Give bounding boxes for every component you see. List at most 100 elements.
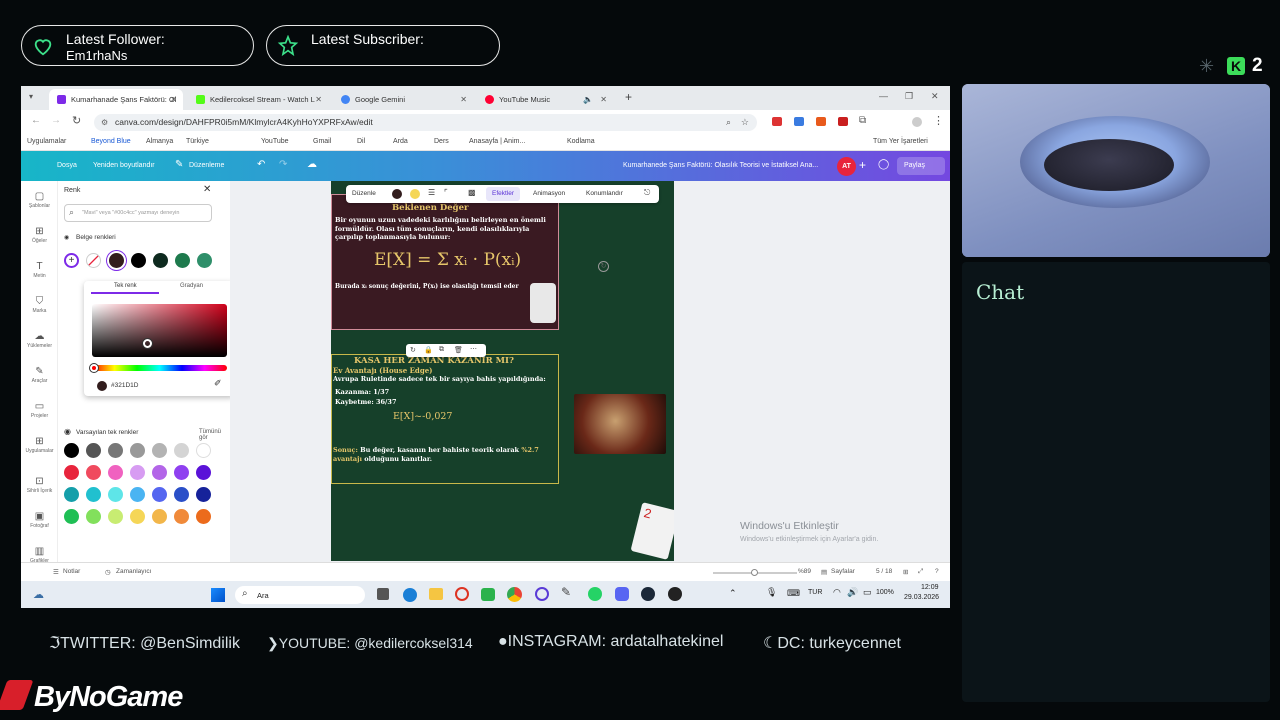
bookmark-item[interactable]: Anasayfa | Anim... xyxy=(469,138,525,145)
grid-view-icon[interactable]: ⊞ xyxy=(903,568,908,576)
palette-swatch[interactable] xyxy=(174,443,189,458)
discord-icon[interactable] xyxy=(615,587,629,601)
paint-format-icon[interactable]: ⎋ xyxy=(644,188,650,198)
close-icon[interactable]: ✕ xyxy=(600,95,607,104)
menu-file[interactable]: Dosya xyxy=(57,162,77,169)
minimize-button[interactable]: — xyxy=(879,91,888,101)
house-edge-card[interactable]: KASA HER ZAMAN KAZANIR MI? Ev Avantajı (… xyxy=(331,354,559,484)
speaker-icon[interactable]: 🔈 xyxy=(583,95,593,104)
doc-color-swatch[interactable] xyxy=(131,253,146,268)
sidebar-item-templates[interactable]: ▢ Şablonlar xyxy=(21,191,58,209)
battery-icon[interactable]: ▭ xyxy=(863,587,872,598)
whatsapp-icon[interactable] xyxy=(588,587,602,601)
url-field[interactable]: ⚙ canva.com/design/DAHFPR0i5mM/KlmylcrA4… xyxy=(94,114,757,131)
sidebar-item-photos[interactable]: ▣ Fotoğraf xyxy=(21,511,58,529)
close-icon[interactable]: ✕ xyxy=(203,184,211,195)
wifi-icon[interactable]: ◠ xyxy=(833,587,841,598)
line-icon[interactable] xyxy=(481,588,495,601)
zoom-level[interactable]: %89 xyxy=(798,568,811,575)
color-search-input[interactable]: ⌕ "Mavi" veya "#00c4cc" yazmayı deneyin xyxy=(64,204,212,222)
palette-swatch[interactable] xyxy=(196,465,211,480)
palette-swatch[interactable] xyxy=(64,487,79,502)
clock-date[interactable]: 29.03.2026 xyxy=(904,594,939,601)
saturation-area[interactable] xyxy=(92,304,227,357)
extension-icon[interactable] xyxy=(794,117,804,126)
bookmark-item[interactable]: Gmail xyxy=(313,138,331,145)
app-icon[interactable] xyxy=(535,587,549,601)
palette-swatch[interactable] xyxy=(174,487,189,502)
clock-time[interactable]: 12:09 xyxy=(921,584,939,591)
palette-swatch[interactable] xyxy=(108,443,123,458)
volume-icon[interactable]: 🔊 xyxy=(847,587,858,598)
more-icon[interactable]: ⋯ xyxy=(470,345,477,353)
tab-canva[interactable]: Kumarhanade Şans Faktörü: Ol ✕ xyxy=(49,89,183,110)
menu-resize[interactable]: Yeniden boyutlandır xyxy=(93,162,155,169)
hex-input[interactable]: #321D1D xyxy=(111,382,138,389)
more-menu-icon[interactable]: ⋮ xyxy=(933,114,944,127)
tab-solid[interactable]: Tek renk xyxy=(114,283,137,289)
sidebar-item-uploads[interactable]: ☁ Yüklemeler xyxy=(21,331,58,349)
microphone-icon[interactable]: 🎙 xyxy=(766,587,777,598)
undo-icon[interactable]: ↶ xyxy=(257,159,265,170)
fullscreen-icon[interactable]: ⤢ xyxy=(918,568,923,576)
bookmark-item[interactable]: Arda xyxy=(393,138,408,145)
bookmark-apps[interactable]: Uygulamalar xyxy=(27,138,66,145)
delete-icon[interactable]: 🗑 xyxy=(454,346,463,354)
close-window-button[interactable]: ✕ xyxy=(931,91,939,102)
pages-icon[interactable]: ▤ xyxy=(821,568,827,576)
sidebar-item-text[interactable]: T Metin xyxy=(21,261,58,279)
pages-button[interactable]: Sayfalar xyxy=(831,568,855,575)
saturation-handle[interactable] xyxy=(143,339,152,348)
bookmark-item[interactable]: YouTube xyxy=(261,138,289,145)
chrome-icon[interactable] xyxy=(507,587,522,602)
palette-swatch[interactable] xyxy=(108,509,123,524)
profile-avatar[interactable] xyxy=(912,117,922,127)
add-collaborator-button[interactable]: + xyxy=(859,158,866,172)
task-view-icon[interactable] xyxy=(377,588,389,600)
palette-swatch[interactable] xyxy=(64,509,79,524)
notes-icon[interactable]: ☰ xyxy=(53,568,59,576)
sidebar-item-projects[interactable]: ▭ Projeler xyxy=(21,401,58,419)
extensions-puzzle-icon[interactable]: ⧉ xyxy=(859,115,866,126)
transparency-icon[interactable]: ▩ xyxy=(468,188,476,197)
extension-icon[interactable] xyxy=(772,117,782,126)
palette-swatch[interactable] xyxy=(130,487,145,502)
palette-swatch[interactable] xyxy=(130,509,145,524)
sidebar-item-apps[interactable]: ⊞ Uygulamalar xyxy=(21,436,58,454)
extension-icon[interactable] xyxy=(816,117,826,126)
palette-swatch[interactable] xyxy=(152,487,167,502)
palette-swatch[interactable] xyxy=(108,487,123,502)
palette-swatch[interactable] xyxy=(152,465,167,480)
comment-icon[interactable]: ◯ xyxy=(878,159,889,170)
rotate-icon[interactable]: ↻ xyxy=(410,346,416,354)
fill-color-button[interactable] xyxy=(392,189,402,199)
palette-swatch[interactable] xyxy=(86,443,101,458)
edge-icon[interactable] xyxy=(403,588,417,602)
palette-swatch[interactable] xyxy=(174,509,189,524)
tab-youtube-music[interactable]: YouTube Music 🔈 ✕ xyxy=(477,89,613,110)
timer-button[interactable]: Zamanlayıcı xyxy=(116,568,151,575)
bookmark-item[interactable]: Dil xyxy=(357,138,365,145)
timer-icon[interactable]: ◷ xyxy=(105,568,111,576)
weather-icon[interactable]: ☁ xyxy=(33,588,44,601)
palette-swatch[interactable] xyxy=(86,465,101,480)
effects-button[interactable]: Efektler xyxy=(492,190,514,197)
palette-swatch[interactable] xyxy=(108,465,123,480)
zoom-icon[interactable]: ⌕ xyxy=(726,114,731,131)
border-color-button[interactable] xyxy=(410,189,420,199)
help-icon[interactable]: ? xyxy=(935,568,939,575)
close-icon[interactable]: ✕ xyxy=(460,95,467,104)
hue-handle[interactable] xyxy=(90,364,98,372)
close-icon[interactable]: ✕ xyxy=(315,95,322,104)
doc-color-swatch[interactable] xyxy=(153,253,168,268)
no-color-swatch[interactable] xyxy=(86,253,101,268)
palette-swatch[interactable] xyxy=(130,443,145,458)
corner-radius-icon[interactable]: ⌜ xyxy=(444,188,448,197)
back-icon[interactable]: ← xyxy=(31,115,41,126)
border-style-icon[interactable]: ☰ xyxy=(428,188,435,197)
pen-tool-icon[interactable]: ✎ xyxy=(561,585,571,599)
bookmark-item[interactable]: Ders xyxy=(434,138,449,145)
palette-swatch[interactable] xyxy=(86,509,101,524)
reload-icon[interactable]: ↻ xyxy=(72,114,81,127)
close-icon[interactable]: ✕ xyxy=(170,95,177,104)
